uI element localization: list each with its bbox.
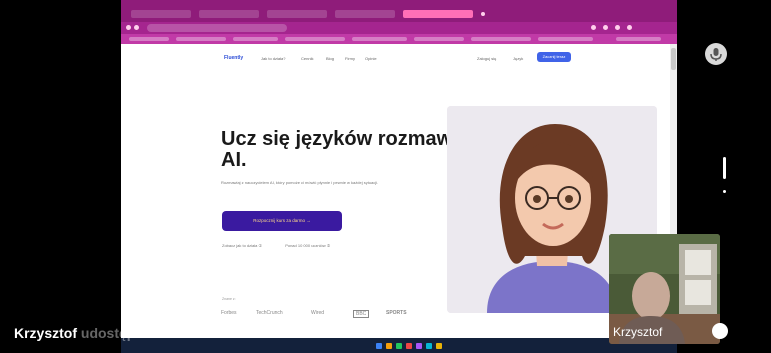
brand-logo: SPORTS <box>386 310 407 316</box>
login-link[interactable]: Zaloguj się <box>477 56 496 61</box>
bookmark-item[interactable] <box>233 37 278 41</box>
taskbar-app-icon[interactable] <box>436 343 442 349</box>
speaking-indicator <box>712 323 728 339</box>
bookmark-item[interactable] <box>285 37 345 41</box>
caption-text: udostępnia ekran <box>80 325 197 341</box>
browser-tab[interactable] <box>267 10 327 18</box>
header-cta-button[interactable]: Zacznij teraz <box>537 52 571 62</box>
brands-label: Znane z: <box>222 297 236 301</box>
bookmark-item[interactable] <box>538 37 593 41</box>
profile-icon[interactable] <box>615 25 620 30</box>
scrollbar-thumb[interactable] <box>671 48 676 70</box>
caption-speaker: Krzysztof <box>14 325 78 341</box>
nav-item[interactable]: Firmy <box>345 56 355 61</box>
menu-icon[interactable] <box>627 25 632 30</box>
bookmark-item[interactable] <box>129 37 169 41</box>
brand-logo: Wired <box>311 310 325 316</box>
browser-tab-active[interactable] <box>403 10 473 18</box>
bookmark-item[interactable] <box>471 37 531 41</box>
back-icon[interactable] <box>126 25 131 30</box>
participant-name: Krzysztof <box>613 325 663 339</box>
site-logo[interactable]: Fluently <box>224 55 243 61</box>
browser-tab[interactable] <box>335 10 395 18</box>
taskbar-app-icon[interactable] <box>406 343 412 349</box>
browser-tab[interactable] <box>199 10 259 18</box>
nav-item[interactable]: Cennik <box>301 56 313 61</box>
live-caption: Krzysztof udostępnia ekran <box>14 325 197 341</box>
participant-video-tile[interactable]: Krzysztof <box>609 234 720 344</box>
address-bar[interactable] <box>147 24 287 32</box>
taskbar-app-icon[interactable] <box>416 343 422 349</box>
nav-item[interactable]: Opinie <box>365 56 377 61</box>
microphone-icon[interactable] <box>705 43 727 65</box>
taskbar-app-icon[interactable] <box>376 343 382 349</box>
shared-screen: Fluently Jak to działa? Cennik Blog Firm… <box>121 0 677 353</box>
brand-logo: Forbes <box>221 310 237 316</box>
site-header: Fluently Jak to działa? Cennik Blog Firm… <box>121 44 677 72</box>
taskbar-app-icon[interactable] <box>426 343 432 349</box>
taskbar-app-icon[interactable] <box>386 343 392 349</box>
side-indicator <box>723 157 726 179</box>
hero-links: Zobacz jak to działa ① Ponad 10 000 uczn… <box>222 243 352 248</box>
students-link[interactable]: Ponad 10 000 uczniów ② <box>285 243 330 248</box>
start-course-button[interactable]: Rozpocznij kurs za darmo → <box>222 211 342 231</box>
brand-logo: BBC <box>353 310 370 318</box>
side-indicator-dot <box>723 190 726 193</box>
nav-item[interactable]: Blog <box>326 56 334 61</box>
how-it-works-link[interactable]: Zobacz jak to działa ① <box>222 243 262 248</box>
hero-description: Rozmawiaj z nauczycielem AI, który pomoż… <box>221 180 379 185</box>
bookmark-item[interactable] <box>176 37 226 41</box>
bookmarks-bar <box>121 34 677 44</box>
browser-tab[interactable] <box>131 10 191 18</box>
brand-logo: TechCrunch <box>256 310 283 316</box>
extension-icon[interactable] <box>603 25 608 30</box>
new-tab-icon[interactable] <box>481 12 485 16</box>
taskbar <box>121 338 677 353</box>
nav-item[interactable]: Jak to działa? <box>261 56 285 61</box>
bookmark-item[interactable] <box>352 37 407 41</box>
language-selector[interactable]: Język <box>513 56 523 61</box>
bookmark-item[interactable] <box>414 37 464 41</box>
taskbar-app-icon[interactable] <box>396 343 402 349</box>
extension-icon[interactable] <box>591 25 596 30</box>
bookmark-item[interactable] <box>616 37 661 41</box>
reload-icon[interactable] <box>134 25 139 30</box>
address-bar-row <box>121 22 677 34</box>
